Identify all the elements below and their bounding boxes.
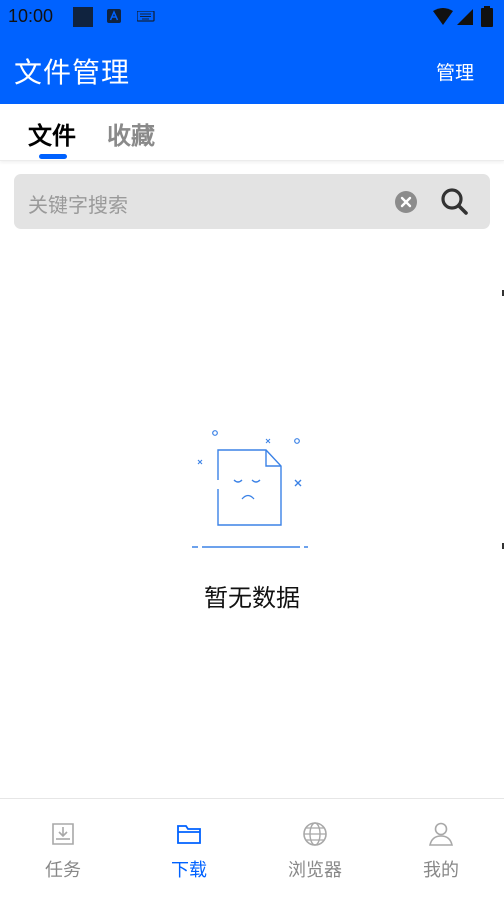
nav-item-mine[interactable]: 我的 [378,799,504,898]
wifi-icon [433,8,453,25]
nav-label-browser: 浏览器 [288,860,342,881]
tab-bar: 文件 收藏 [0,104,504,161]
status-time: 10:00 [8,6,54,26]
empty-document-icon [192,430,308,548]
tab-favorites[interactable]: 收藏 [107,116,155,151]
bottom-nav: 任务 下载 浏览器 我的 [0,798,504,898]
app-bar: 文件管理 管理 [0,34,504,104]
globe-icon [303,822,327,846]
download-tray-icon [52,823,74,845]
page-title: 文件管理 [14,56,131,89]
nav-item-browser[interactable]: 浏览器 [252,799,378,898]
nav-label-mine: 我的 [423,860,459,881]
user-icon [429,822,453,846]
nav-label-tasks: 任务 [45,860,81,881]
clear-icon[interactable] [394,190,418,214]
nav-item-tasks[interactable]: 任务 [0,799,126,898]
search-input[interactable]: 关键字搜索 [28,189,128,218]
folder-icon [177,825,201,844]
tab-files[interactable]: 文件 [28,116,76,151]
battery-icon [481,6,493,27]
manage-button[interactable]: 管理 [436,58,474,85]
empty-message: 暂无数据 [204,584,300,612]
search-icon[interactable] [439,186,469,216]
sim-card-icon [73,7,93,27]
nav-item-download[interactable]: 下载 [126,799,252,898]
nav-label-download: 下载 [171,860,207,881]
status-bar: 10:00 [0,0,504,34]
tab-indicator [39,154,67,159]
search-bar: 关键字搜索 [14,174,490,229]
signal-icon [457,9,473,25]
app-notification-icon [107,9,121,23]
keyboard-icon [137,11,155,22]
